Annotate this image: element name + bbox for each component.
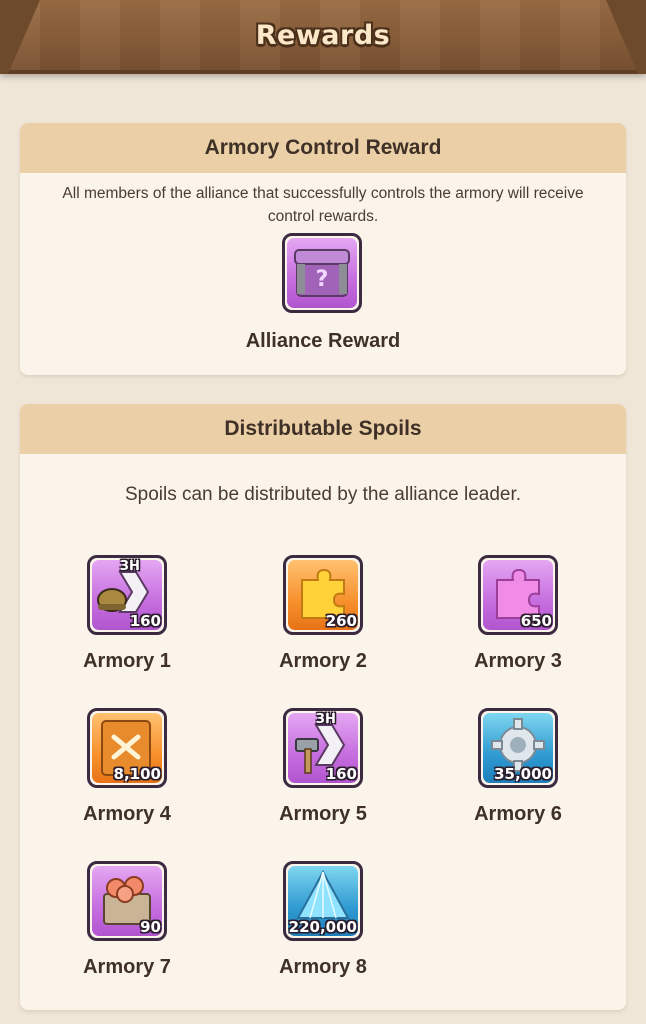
skill-book-icon[interactable]: 8,100 bbox=[87, 708, 167, 788]
spoils-panel: Distributable Spoils Spoils can be distr… bbox=[20, 404, 626, 1010]
item-amount: 8,100 bbox=[113, 765, 161, 783]
item-amount: 650 bbox=[520, 612, 552, 630]
armory-1-label: Armory 1 bbox=[83, 650, 171, 672]
armory-2-label: Armory 2 bbox=[279, 650, 367, 672]
armory-6-label: Armory 6 bbox=[474, 803, 562, 825]
control-reward-description: All members of the alliance that success… bbox=[62, 185, 584, 225]
food-crate-icon[interactable]: 90 bbox=[87, 861, 167, 941]
svg-text:?: ? bbox=[316, 267, 329, 292]
item-amount: 160 bbox=[325, 765, 357, 783]
armory-4-label: Armory 4 bbox=[83, 803, 171, 825]
alliance-reward-label: Alliance Reward bbox=[245, 330, 401, 352]
header-corner-right bbox=[606, 0, 646, 74]
armory-5-label: Armory 5 bbox=[279, 803, 367, 825]
header-bar: Rewards bbox=[0, 0, 646, 74]
spoils-description: Spoils can be distributed by the allianc… bbox=[124, 484, 522, 505]
puzzle-piece-icon[interactable]: 260 bbox=[283, 555, 363, 635]
control-reward-panel: Armory Control Reward All members of the… bbox=[20, 123, 626, 375]
speedup-duration-badge: 3H bbox=[120, 559, 140, 574]
puzzle-piece-icon[interactable]: 650 bbox=[478, 555, 558, 635]
helmet-speedup-icon[interactable]: 3H 160 bbox=[87, 555, 167, 635]
control-reward-title: Armory Control Reward bbox=[20, 123, 626, 173]
page-title: Rewards bbox=[255, 19, 391, 51]
item-amount: 90 bbox=[140, 918, 161, 936]
item-amount: 35,000 bbox=[494, 765, 552, 783]
spoils-title: Distributable Spoils bbox=[20, 404, 626, 454]
header-corner-left bbox=[0, 0, 40, 74]
armory-3-label: Armory 3 bbox=[474, 650, 562, 672]
hammer-speedup-icon[interactable]: 3H 160 bbox=[283, 708, 363, 788]
armory-7-label: Armory 7 bbox=[83, 956, 171, 978]
armory-8-label: Armory 8 bbox=[279, 956, 367, 978]
crystal-icon[interactable]: 220,000 bbox=[283, 861, 363, 941]
item-amount: 220,000 bbox=[288, 918, 357, 936]
speedup-duration-badge: 3H bbox=[316, 712, 336, 727]
mystery-chest-icon[interactable]: ? bbox=[282, 233, 362, 313]
item-amount: 260 bbox=[325, 612, 357, 630]
gear-icon[interactable]: 35,000 bbox=[478, 708, 558, 788]
item-amount: 160 bbox=[129, 612, 161, 630]
